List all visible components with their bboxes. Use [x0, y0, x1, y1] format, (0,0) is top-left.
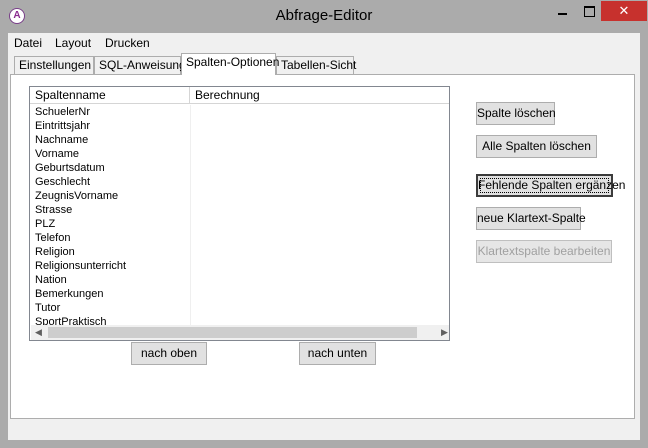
menu-bar: Datei Layout Drucken	[8, 33, 640, 52]
list-item[interactable]: Geburtsdatum	[30, 161, 449, 175]
list-item[interactable]: Telefon	[30, 231, 449, 245]
maximize-button[interactable]	[576, 1, 602, 21]
list-header: Spaltenname Berechnung	[30, 87, 449, 104]
horizontal-scroll-thumb[interactable]	[48, 327, 417, 338]
tab-tabellen-sicht[interactable]: Tabellen-Sicht	[276, 56, 356, 75]
cell-spaltenname: SchuelerNr	[35, 106, 91, 118]
tab-sql-anweisung[interactable]: SQL-Anweisung	[94, 56, 186, 75]
list-item[interactable]: Nachname	[30, 133, 449, 147]
cell-spaltenname: Telefon	[35, 232, 71, 244]
list-item[interactable]: Geschlecht	[30, 175, 449, 189]
edit-plaintext-column-button[interactable]: Klartextspalte bearbeiten	[476, 240, 612, 263]
cell-spaltenname: Geschlecht	[35, 176, 91, 188]
dialog-client-area: Datei Layout Drucken Einstellungen SQL-A…	[8, 33, 640, 440]
cell-spaltenname: Strasse	[35, 204, 73, 216]
cell-spaltenname: Religionsunterricht	[35, 260, 127, 272]
list-item[interactable]: Religion	[30, 245, 449, 259]
list-item[interactable]: Religionsunterricht	[30, 259, 449, 273]
menu-drucken[interactable]: Drucken	[105, 36, 150, 50]
column-header-berechnung[interactable]: Berechnung	[190, 87, 449, 104]
close-button[interactable]: ✕	[601, 1, 647, 21]
tab-panel-spalten-optionen: Spaltenname Berechnung SchuelerNr Eintrit…	[10, 74, 635, 419]
delete-column-button[interactable]: Spalte löschen	[476, 102, 556, 125]
list-item[interactable]: Vorname	[30, 147, 449, 161]
tab-spalten-optionen[interactable]: Spalten-Optionen	[181, 53, 279, 75]
title-bar: A Abfrage-Editor ✕	[0, 0, 648, 33]
list-item[interactable]: SportPraktisch	[30, 315, 449, 325]
list-item[interactable]: Tutor	[30, 301, 449, 315]
columns-list[interactable]: Spaltenname Berechnung SchuelerNr Eintrit…	[29, 86, 450, 341]
cell-spaltenname: Eintrittsjahr	[35, 120, 91, 132]
menu-datei[interactable]: Datei	[14, 36, 42, 50]
list-item[interactable]: Nation	[30, 273, 449, 287]
cell-spaltenname: ZeugnisVorname	[35, 190, 119, 202]
status-bar	[8, 421, 640, 440]
new-plaintext-column-button[interactable]: neue Klartext-Spalte	[476, 207, 586, 230]
cell-spaltenname: Vorname	[35, 148, 80, 160]
tab-einstellungen[interactable]: Einstellungen	[14, 56, 94, 75]
menu-layout[interactable]: Layout	[55, 36, 91, 50]
cell-spaltenname: Religion	[35, 246, 75, 258]
add-missing-columns-label: Fehlende Spalten ergänzen	[478, 176, 625, 195]
cell-spaltenname: Nation	[35, 274, 67, 286]
column-header-spaltenname[interactable]: Spaltenname	[30, 87, 190, 104]
cell-spaltenname: Bemerkungen	[35, 288, 104, 300]
cell-spaltenname: Geburtsdatum	[35, 162, 105, 174]
delete-all-columns-button[interactable]: Alle Spalten löschen	[476, 135, 597, 158]
horizontal-scrollbar[interactable]: ◀ ▶	[31, 325, 449, 340]
list-item[interactable]: PLZ	[30, 217, 449, 231]
close-icon: ✕	[618, 3, 630, 18]
list-item[interactable]: ZeugnisVorname	[30, 189, 449, 203]
list-item[interactable]: SchuelerNr	[30, 105, 449, 119]
move-up-button[interactable]: nach oben	[131, 342, 207, 365]
scroll-left-icon[interactable]: ◀	[31, 325, 46, 340]
list-item[interactable]: Bemerkungen	[30, 287, 449, 301]
cell-spaltenname: Tutor	[35, 302, 61, 314]
cell-spaltenname: Nachname	[35, 134, 89, 146]
tab-strip: Einstellungen SQL-Anweisung Spalten-Opti…	[8, 53, 640, 75]
list-item[interactable]: Eintrittsjahr	[30, 119, 449, 133]
cell-spaltenname: PLZ	[35, 218, 56, 230]
move-down-button[interactable]: nach unten	[299, 342, 376, 365]
cell-spaltenname: SportPraktisch	[35, 316, 107, 325]
add-missing-columns-button[interactable]: Fehlende Spalten ergänzen	[476, 174, 625, 197]
list-body: SchuelerNr Eintrittsjahr Nachname Vorname Ge…	[30, 105, 449, 325]
list-item[interactable]: Strasse	[30, 203, 449, 217]
scroll-right-icon[interactable]: ▶	[437, 325, 449, 340]
minimize-button[interactable]	[549, 1, 576, 21]
